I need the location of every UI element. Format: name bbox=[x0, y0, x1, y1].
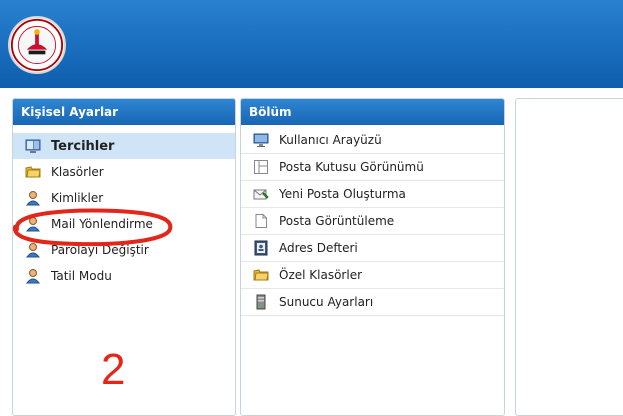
menu-item-label: Parolayı Değiştir bbox=[51, 243, 149, 257]
menu-item-kimlikler[interactable]: Kimlikler bbox=[13, 185, 235, 211]
preferences-icon bbox=[25, 138, 41, 154]
menu-item-tercihler[interactable]: Tercihler bbox=[13, 133, 235, 159]
user-icon bbox=[25, 190, 41, 206]
meb-emblem-icon[interactable] bbox=[8, 16, 66, 74]
menu-item-label: Tatil Modu bbox=[51, 269, 112, 283]
folders-icon bbox=[25, 164, 41, 180]
section-item-label: Özel Klasörler bbox=[279, 268, 363, 282]
compose-mail-icon bbox=[253, 186, 269, 202]
user-icon bbox=[25, 216, 41, 232]
menu-item-label: Tercihler bbox=[51, 138, 115, 154]
section-item-label: Adres Defteri bbox=[279, 241, 358, 255]
top-banner bbox=[0, 0, 623, 88]
section-item-ozel-klasorler[interactable]: Özel Klasörler bbox=[241, 262, 504, 289]
menu-item-parolayi-degistir[interactable]: Parolayı Değiştir bbox=[13, 237, 235, 263]
section-title: Bölüm bbox=[241, 99, 504, 125]
server-icon bbox=[253, 294, 269, 310]
section-item-sunucu-ayarlari[interactable]: Sunucu Ayarları bbox=[241, 289, 504, 316]
section-item-label: Posta Kutusu Görünümü bbox=[279, 160, 424, 174]
user-icon bbox=[25, 242, 41, 258]
menu-item-klasorler[interactable]: Klasörler bbox=[13, 159, 235, 185]
section-item-kullanici-arayuzu[interactable]: Kullanıcı Arayüzü bbox=[241, 127, 504, 154]
section-item-label: Posta Görüntüleme bbox=[279, 214, 395, 228]
document-icon bbox=[253, 213, 269, 229]
section-item-label: Kullanıcı Arayüzü bbox=[279, 133, 382, 147]
menu-item-label: Klasörler bbox=[51, 165, 104, 179]
section-item-label: Yeni Posta Oluşturma bbox=[279, 187, 406, 201]
annotation-number: 2 bbox=[101, 345, 126, 394]
address-book-icon bbox=[253, 240, 269, 256]
section-panel: Bölüm Kullanıcı Arayüzü Posta Kutusu Gör… bbox=[240, 98, 505, 416]
content-panel bbox=[515, 98, 623, 416]
menu-item-label: Kimlikler bbox=[51, 191, 104, 205]
user-icon bbox=[25, 268, 41, 284]
monitor-icon bbox=[253, 132, 269, 148]
personal-settings-title: Kişisel Ayarlar bbox=[13, 99, 235, 125]
section-item-label: Sunucu Ayarları bbox=[279, 295, 374, 309]
layout-icon bbox=[253, 159, 269, 175]
folders-icon bbox=[253, 267, 269, 283]
menu-item-label: Mail Yönlendirme bbox=[51, 217, 153, 231]
section-item-posta-goruntuleme[interactable]: Posta Görüntüleme bbox=[241, 208, 504, 235]
section-item-posta-kutusu-gorunumu[interactable]: Posta Kutusu Görünümü bbox=[241, 154, 504, 181]
section-item-yeni-posta-olusturma[interactable]: Yeni Posta Oluşturma bbox=[241, 181, 504, 208]
section-item-adres-defteri[interactable]: Adres Defteri bbox=[241, 235, 504, 262]
menu-item-tatil-modu[interactable]: Tatil Modu bbox=[13, 263, 235, 289]
menu-item-mail-yonlendirme[interactable]: Mail Yönlendirme bbox=[13, 211, 235, 237]
